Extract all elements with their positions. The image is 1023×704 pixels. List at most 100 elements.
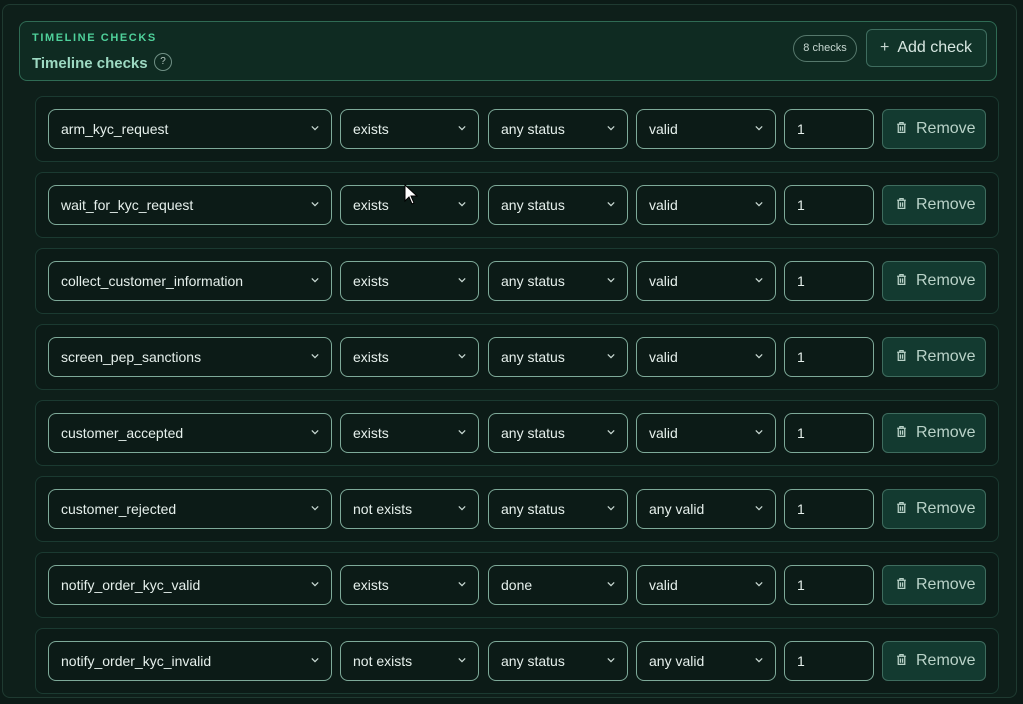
validity-select[interactable]: any valid (636, 641, 776, 681)
chevron-down-icon (311, 657, 319, 663)
remove-button[interactable]: Remove (882, 489, 986, 529)
existence-select-value: exists (353, 273, 389, 289)
validity-select[interactable]: any valid (636, 489, 776, 529)
remove-button[interactable]: Remove (882, 641, 986, 681)
status-select[interactable]: done (488, 565, 628, 605)
status-select[interactable]: any status (488, 413, 628, 453)
existence-select[interactable]: exists (340, 337, 479, 377)
status-select[interactable]: any status (488, 641, 628, 681)
timeline-checks-header: TIMELINE CHECKS Timeline checks ? 8 chec… (19, 21, 997, 81)
count-input[interactable]: 1 (784, 641, 874, 681)
chevron-down-icon (607, 277, 615, 283)
status-select-value: any status (501, 349, 565, 365)
existence-select-value: exists (353, 577, 389, 593)
validity-select[interactable]: valid (636, 185, 776, 225)
existence-select[interactable]: exists (340, 565, 479, 605)
existence-select-value: not exists (353, 653, 413, 669)
validity-select-value: any valid (649, 501, 705, 517)
status-select-value: any status (501, 425, 565, 441)
validity-select[interactable]: valid (636, 109, 776, 149)
count-input[interactable]: 1 (784, 185, 874, 225)
remove-label: Remove (916, 272, 976, 289)
event-select[interactable]: customer_rejected (48, 489, 332, 529)
chevron-down-icon (311, 277, 319, 283)
check-row: customer_accepted exists any status valid 1 R… (35, 400, 999, 466)
event-select-value: wait_for_kyc_request (61, 197, 194, 213)
mouse-cursor-icon (404, 184, 418, 205)
chevron-down-icon (458, 277, 466, 283)
checks-count-badge: 8 checks (793, 35, 857, 62)
status-select[interactable]: any status (488, 185, 628, 225)
event-select[interactable]: notify_order_kyc_invalid (48, 641, 332, 681)
existence-select-value: exists (353, 349, 389, 365)
count-input[interactable]: 1 (784, 109, 874, 149)
existence-select-value: exists (353, 121, 389, 137)
existence-select[interactable]: exists (340, 109, 479, 149)
validity-select[interactable]: valid (636, 565, 776, 605)
remove-button[interactable]: Remove (882, 337, 986, 377)
chevron-down-icon (458, 581, 466, 587)
trash-icon (897, 121, 906, 134)
remove-button[interactable]: Remove (882, 261, 986, 301)
remove-button[interactable]: Remove (882, 565, 986, 605)
status-select-value: any status (501, 273, 565, 289)
event-select[interactable]: customer_accepted (48, 413, 332, 453)
event-select-value: customer_accepted (61, 425, 184, 441)
chevron-down-icon (755, 125, 763, 131)
add-check-button[interactable]: + Add check (866, 29, 987, 67)
count-input[interactable]: 1 (784, 413, 874, 453)
existence-select-value: exists (353, 197, 389, 213)
event-select-value: screen_pep_sanctions (61, 349, 202, 365)
chevron-down-icon (755, 657, 763, 663)
status-select-value: any status (501, 197, 565, 213)
chevron-down-icon (755, 353, 763, 359)
checks-list: arm_kyc_request exists any status valid 1 Rem… (35, 96, 999, 704)
count-input[interactable]: 1 (784, 565, 874, 605)
existence-select[interactable]: exists (340, 261, 479, 301)
validity-select-value: any valid (649, 653, 705, 669)
plus-icon: + (880, 39, 890, 56)
chevron-down-icon (458, 657, 466, 663)
validity-select[interactable]: valid (636, 413, 776, 453)
section-kicker: TIMELINE CHECKS (32, 32, 157, 44)
status-select[interactable]: any status (488, 261, 628, 301)
count-input[interactable]: 1 (784, 337, 874, 377)
event-select[interactable]: screen_pep_sanctions (48, 337, 332, 377)
help-icon[interactable]: ? (154, 53, 172, 71)
trash-icon (897, 349, 906, 362)
existence-select-value: not exists (353, 501, 413, 517)
event-select[interactable]: collect_customer_information (48, 261, 332, 301)
chevron-down-icon (607, 201, 615, 207)
event-select-value: notify_order_kyc_invalid (61, 653, 212, 669)
check-row: collect_customer_information exists any st… (35, 248, 999, 314)
chevron-down-icon (458, 505, 466, 511)
remove-button[interactable]: Remove (882, 413, 986, 453)
validity-select[interactable]: valid (636, 261, 776, 301)
validity-select[interactable]: valid (636, 337, 776, 377)
remove-label: Remove (916, 576, 976, 593)
check-row: customer_rejected not exists any status any… (35, 476, 999, 542)
remove-label: Remove (916, 120, 976, 137)
section-title: Timeline checks (32, 55, 148, 72)
existence-select[interactable]: not exists (340, 489, 479, 529)
existence-select[interactable]: exists (340, 413, 479, 453)
event-select[interactable]: notify_order_kyc_valid (48, 565, 332, 605)
remove-button[interactable]: Remove (882, 185, 986, 225)
count-input[interactable]: 1 (784, 261, 874, 301)
status-select-value: any status (501, 121, 565, 137)
chevron-down-icon (458, 201, 466, 207)
event-select[interactable]: arm_kyc_request (48, 109, 332, 149)
trash-icon (897, 273, 906, 286)
check-row: arm_kyc_request exists any status valid 1 Rem… (35, 96, 999, 162)
validity-select-value: valid (649, 197, 678, 213)
event-select[interactable]: wait_for_kyc_request (48, 185, 332, 225)
existence-select[interactable]: not exists (340, 641, 479, 681)
event-select-value: collect_customer_information (61, 273, 244, 289)
status-select[interactable]: any status (488, 489, 628, 529)
status-select[interactable]: any status (488, 109, 628, 149)
remove-button[interactable]: Remove (882, 109, 986, 149)
chevron-down-icon (755, 581, 763, 587)
status-select[interactable]: any status (488, 337, 628, 377)
trash-icon (897, 425, 906, 438)
count-input[interactable]: 1 (784, 489, 874, 529)
